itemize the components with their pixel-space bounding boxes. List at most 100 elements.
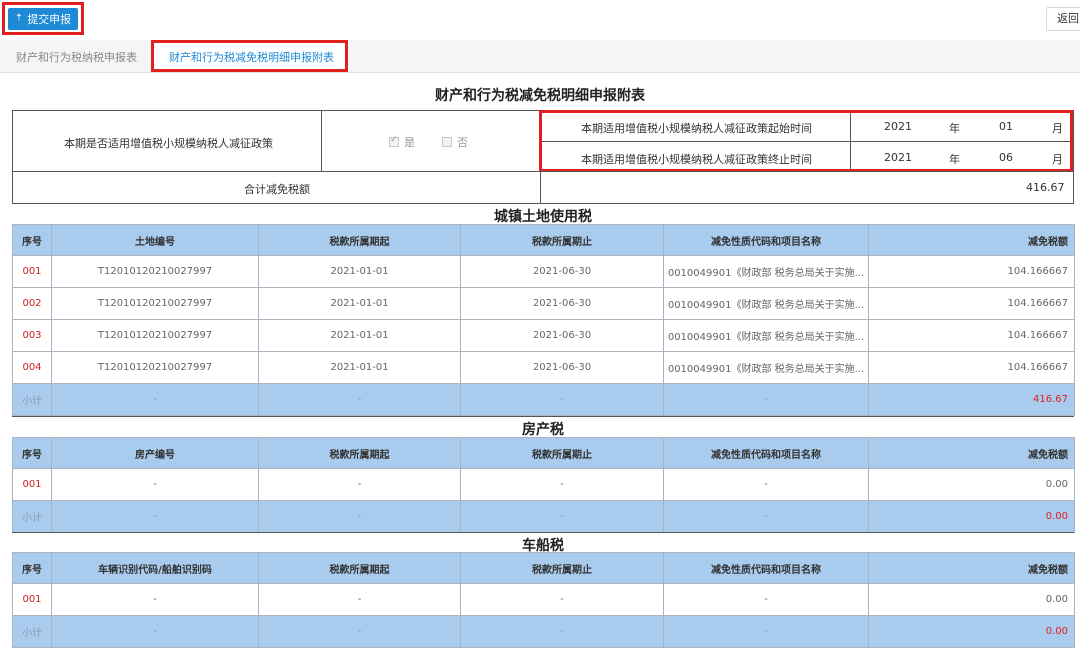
land-id: T12010120210027997 (51, 319, 259, 352)
exemption-amount: 104.166667 (868, 287, 1075, 320)
subtotal-row: 小计 - - - - 0.00 (12, 500, 1075, 533)
col-header: 房产编号 (51, 437, 259, 469)
col-header: 税款所属期止 (460, 552, 664, 584)
col-header: 减免税额 (868, 224, 1075, 256)
col-header: 车辆识别代码/船舶识别码 (51, 552, 259, 584)
toolbar: ⇡ 提交申报 返回 (0, 0, 1080, 41)
subtotal-cell: - (51, 383, 259, 416)
exemption-code[interactable]: - (663, 468, 869, 501)
row-seq[interactable]: 001 (12, 468, 52, 501)
period-start: 2021-01-01 (258, 287, 461, 320)
period-end: 2021-06-30 (460, 351, 664, 384)
subtotal-label: 小计 (12, 383, 52, 416)
land-tax-title: 城镇土地使用税 (494, 209, 592, 225)
table-row[interactable]: 004 T12010120210027997 2021-01-01 2021-0… (12, 351, 1075, 384)
period-start: - (258, 583, 461, 616)
no-checkbox[interactable] (442, 137, 452, 147)
yes-checkbox[interactable] (389, 135, 399, 147)
tab-exemption-detail-highlight: 财产和行为税减免税明细申报附表 (151, 40, 348, 72)
col-header: 土地编号 (51, 224, 259, 256)
land-tax-table: 序号 土地编号 税款所属期起 税款所属期止 减免性质代码和项目名称 减免税额 0… (12, 224, 1075, 416)
subtotal-label: 小计 (12, 500, 52, 533)
col-header: 序号 (12, 224, 52, 256)
total-divider (540, 171, 541, 204)
exemption-code[interactable]: - (663, 583, 869, 616)
period-start: 2021-01-01 (258, 255, 461, 288)
table-row[interactable]: 001 - - - - 0.00 (12, 468, 1075, 501)
period-start: 2021-01-01 (258, 319, 461, 352)
col-header: 减免性质代码和项目名称 (663, 224, 869, 256)
exemption-code[interactable]: 0010049901《财政部 税务总局关于实施... (663, 351, 869, 384)
subtotal-cell: - (460, 383, 664, 416)
col-header: 减免税额 (868, 437, 1075, 469)
row-seq[interactable]: 004 (12, 351, 52, 384)
subtotal-amount: 0.00 (868, 615, 1075, 648)
col-header: 税款所属期止 (460, 224, 664, 256)
subtotal-row: 小计 - - - - 0.00 (12, 615, 1075, 648)
col-header: 减免性质代码和项目名称 (663, 437, 869, 469)
table-header-row: 序号 土地编号 税款所属期起 税款所属期止 减免性质代码和项目名称 减免税额 (12, 224, 1075, 256)
tab-exemption-detail[interactable]: 财产和行为税减免税明细申报附表 (169, 49, 334, 65)
subtotal-cell: - (663, 500, 869, 533)
col-header: 税款所属期起 (258, 552, 461, 584)
tab-tax-return[interactable]: 财产和行为税纳税申报表 (16, 49, 137, 65)
row-seq[interactable]: 003 (12, 319, 52, 352)
table-row[interactable]: 001 - - - - 0.00 (12, 583, 1075, 616)
property-tax-title: 房产税 (522, 422, 564, 438)
land-id: T12010120210027997 (51, 351, 259, 384)
col-header: 序号 (12, 437, 52, 469)
section-divider (12, 532, 1074, 533)
policy-period-highlight-frame (539, 110, 1073, 172)
period-end: 2021-06-30 (460, 319, 664, 352)
exemption-code[interactable]: 0010049901《财政部 税务总局关于实施... (663, 287, 869, 320)
subtotal-cell: - (663, 383, 869, 416)
exemption-amount: 104.166667 (868, 319, 1075, 352)
form-title: 财产和行为税减免税明细申报附表 (435, 88, 645, 104)
table-row[interactable]: 003 T12010120210027997 2021-01-01 2021-0… (12, 319, 1075, 352)
vehicle-id: - (51, 583, 259, 616)
subtotal-amount: 416.67 (868, 383, 1075, 416)
subtotal-cell: - (663, 615, 869, 648)
subtotal-label: 小计 (12, 615, 52, 648)
total-label: 合计减免税额 (244, 183, 310, 196)
col-header: 序号 (12, 552, 52, 584)
policy-question: 本期是否适用增值税小规模纳税人减征政策 (64, 137, 273, 150)
property-id: - (51, 468, 259, 501)
subtotal-cell: - (51, 615, 259, 648)
col-header: 税款所属期起 (258, 437, 461, 469)
row-seq[interactable]: 001 (12, 255, 52, 288)
property-tax-table: 序号 房产编号 税款所属期起 税款所属期止 减免性质代码和项目名称 减免税额 0… (12, 437, 1075, 533)
submit-label: 提交申报 (27, 13, 72, 26)
option-yes[interactable]: 是 (389, 134, 415, 150)
subtotal-cell: - (460, 500, 664, 533)
table-header-row: 序号 车辆识别代码/船舶识别码 税款所属期起 税款所属期止 减免性质代码和项目名… (12, 552, 1075, 584)
total-value: 416.67 (1026, 181, 1065, 194)
table-row[interactable]: 002 T12010120210027997 2021-01-01 2021-0… (12, 287, 1075, 320)
col-header: 减免性质代码和项目名称 (663, 552, 869, 584)
table-row[interactable]: 001 T12010120210027997 2021-01-01 2021-0… (12, 255, 1075, 288)
subtotal-row: 小计 - - - - 416.67 (12, 383, 1075, 416)
exemption-amount: 0.00 (868, 583, 1075, 616)
submit-button[interactable]: ⇡ 提交申报 (8, 8, 78, 30)
policy-question-cell: 本期是否适用增值税小规模纳税人减征政策 (12, 110, 322, 172)
period-end: - (460, 468, 664, 501)
table-header-row: 序号 房产编号 税款所属期起 税款所属期止 减免性质代码和项目名称 减免税额 (12, 437, 1075, 469)
subtotal-amount: 0.00 (868, 500, 1075, 533)
submit-highlight-frame: ⇡ 提交申报 (2, 2, 84, 35)
exemption-code[interactable]: 0010049901《财政部 税务总局关于实施... (663, 319, 869, 352)
option-no[interactable]: 否 (442, 134, 468, 150)
total-row (12, 171, 1074, 204)
col-header: 税款所属期止 (460, 437, 664, 469)
back-button[interactable]: 返回 (1046, 7, 1080, 31)
subtotal-cell: - (258, 383, 461, 416)
row-seq[interactable]: 001 (12, 583, 52, 616)
exemption-code[interactable]: 0010049901《财政部 税务总局关于实施... (663, 255, 869, 288)
vehicle-tax-table: 序号 车辆识别代码/船舶识别码 税款所属期起 税款所属期止 减免性质代码和项目名… (12, 552, 1075, 648)
period-start: - (258, 468, 461, 501)
exemption-amount: 104.166667 (868, 351, 1075, 384)
row-seq[interactable]: 002 (12, 287, 52, 320)
land-id: T12010120210027997 (51, 287, 259, 320)
section-divider (12, 416, 1074, 417)
exemption-amount: 0.00 (868, 468, 1075, 501)
period-end: 2021-06-30 (460, 255, 664, 288)
